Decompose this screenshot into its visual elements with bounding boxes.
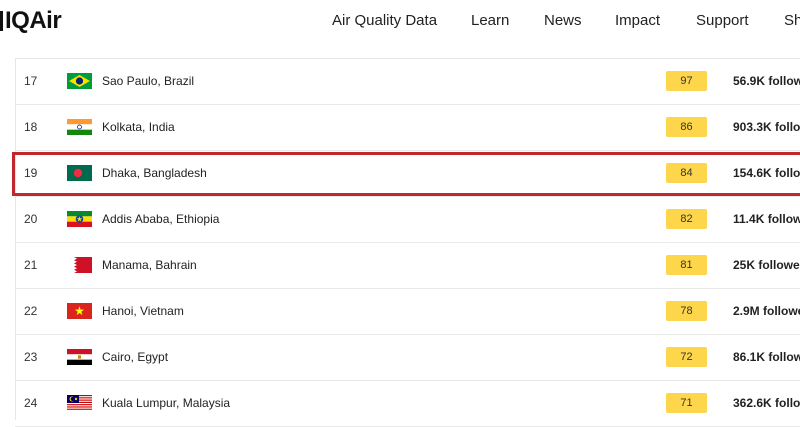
site-header: IQAir Air Quality Data Learn News Impact… (0, 0, 800, 42)
table-row[interactable]: 21 Manama, Bahrain 81 25K followers (15, 242, 800, 289)
rank-number: 18 (24, 120, 38, 134)
nav-learn[interactable]: Learn (471, 12, 509, 29)
aqi-badge: 71 (666, 393, 707, 413)
nav-news[interactable]: News (544, 12, 582, 29)
iqair-logo[interactable]: IQAir (0, 7, 62, 34)
rank-number: 22 (24, 304, 38, 318)
rank-number: 21 (24, 258, 38, 272)
ethiopia-flag-icon (67, 211, 92, 227)
malaysia-flag-icon (67, 395, 92, 411)
rank-number: 20 (24, 212, 38, 226)
logo-text: IQAir (5, 7, 62, 34)
rank-number: 23 (24, 350, 38, 364)
aqi-badge: 82 (666, 209, 707, 229)
followers-count: 362.6K follow (733, 396, 800, 410)
followers-count: 56.9K follow (733, 74, 800, 88)
followers-count: 86.1K followe (733, 350, 800, 364)
city-name[interactable]: Manama, Bahrain (102, 242, 197, 288)
followers-count: 25K followers (733, 258, 800, 272)
city-name[interactable]: Cairo, Egypt (102, 334, 168, 380)
nav-shop[interactable]: Sh (784, 12, 800, 29)
city-name[interactable]: Kolkata, India (102, 104, 175, 150)
brazil-flag-icon (67, 73, 92, 89)
city-name[interactable]: Kuala Lumpur, Malaysia (102, 380, 230, 426)
aqi-badge: 86 (666, 117, 707, 137)
followers-count: 11.4K followe (733, 212, 800, 226)
aqi-badge: 97 (666, 71, 707, 91)
nav-air-quality-data[interactable]: Air Quality Data (332, 12, 437, 29)
table-row[interactable]: 23 Cairo, Egypt 72 86.1K followe (15, 334, 800, 381)
city-name[interactable]: Addis Ababa, Ethiopia (102, 196, 219, 242)
followers-count: 903.3K follow (733, 120, 800, 134)
table-row[interactable]: 20 Addis Ababa, Ethiopia 82 11.4K follow… (15, 196, 800, 243)
rank-number: 24 (24, 396, 38, 410)
city-name[interactable]: Sao Paulo, Brazil (102, 58, 194, 104)
followers-count: 2.9M followe (733, 304, 800, 318)
city-name[interactable]: Hanoi, Vietnam (102, 288, 184, 334)
highlight-box-dhaka (12, 152, 800, 196)
aqi-badge: 72 (666, 347, 707, 367)
table-row[interactable]: 18 Kolkata, India 86 903.3K follow (15, 104, 800, 151)
india-flag-icon (67, 119, 92, 135)
nav-support[interactable]: Support (696, 12, 749, 29)
nav-impact[interactable]: Impact (615, 12, 660, 29)
logo-bar-mark (0, 11, 3, 31)
rank-number: 17 (24, 74, 38, 88)
table-row[interactable]: 22 Hanoi, Vietnam 78 2.9M followe (15, 288, 800, 335)
table-row[interactable]: 17 Sao Paulo, Brazil 97 56.9K follow (15, 58, 800, 105)
egypt-flag-icon (67, 349, 92, 365)
vietnam-flag-icon (67, 303, 92, 319)
aqi-badge: 81 (666, 255, 707, 275)
bahrain-flag-icon (67, 257, 92, 273)
aqi-badge: 78 (666, 301, 707, 321)
